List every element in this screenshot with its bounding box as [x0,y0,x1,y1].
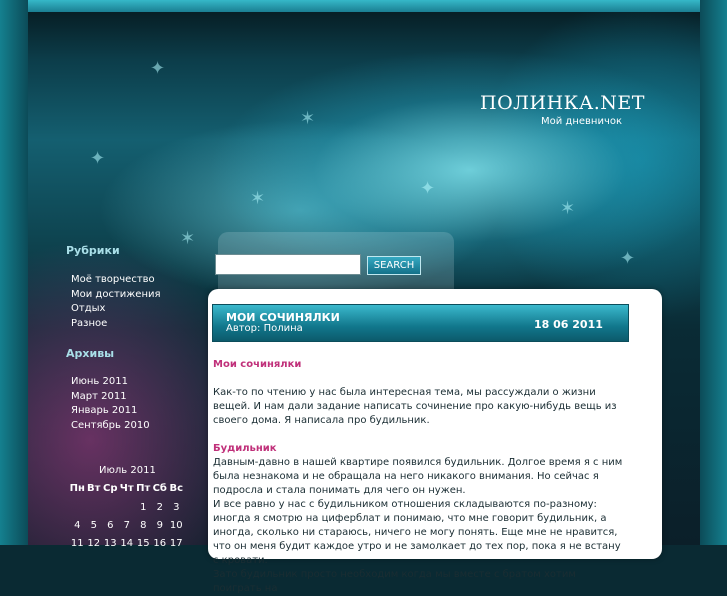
frame-left-border [0,0,28,545]
calendar-day: 14 [120,538,134,549]
calendar-day: 15 [136,538,150,549]
post-intro: Как-то по чтению у нас была интересная т… [213,387,617,426]
post-heading: Мои сочинялки [213,359,302,370]
post-date: 18 06 2011 [534,318,603,331]
star-icon: ✦ [150,58,166,79]
calendar-title: Июль 2011 [99,465,156,476]
archive-link[interactable]: Июнь 2011 [71,375,150,390]
category-link[interactable]: Моё творчество [71,273,161,288]
calendar-weekdays: Пн Вт Ср Чт Пт Сб Вс [69,483,185,494]
categories-heading: Рубрики [66,244,120,257]
weekday-label: Пт [136,483,151,494]
archive-link[interactable]: Январь 2011 [71,404,150,419]
star-icon: ✶ [300,108,316,129]
star-icon: ✦ [420,178,436,199]
category-link[interactable]: Отдых [71,302,161,317]
star-icon: ✦ [620,248,636,269]
calendar-day: 11 [70,538,84,549]
category-link[interactable]: Мои достижения [71,288,161,303]
calendar-day: 3 [173,502,180,513]
calendar-week: 11 12 13 14 15 16 17 [69,538,185,549]
weekday-label: Ср [103,483,118,494]
calendar-week: 123 [69,502,185,513]
calendar-day: 4 [74,520,81,531]
search-input[interactable] [215,254,361,275]
calendar-week: 4 5 6 7 8 9 10 [69,520,185,531]
frame-top-border [28,0,700,12]
post-paragraph: Зато будильник просто необходим когда мы… [213,569,576,594]
category-link[interactable]: Разное [71,317,161,332]
archives-heading: Архивы [66,347,115,360]
archive-link[interactable]: Сентябрь 2010 [71,419,150,434]
weekday-label: Вс [169,483,184,494]
calendar-day: 6 [107,520,114,531]
weekday-label: Вт [87,483,101,494]
weekday-label: Пн [69,483,85,494]
star-icon: ✶ [250,188,266,209]
star-icon: ✦ [90,148,106,169]
archives-list: Июнь 2011 Март 2011 Январь 2011 Сентябрь… [71,375,150,433]
calendar-day: 2 [156,502,163,513]
star-icon: ✶ [180,228,196,249]
calendar-day: 16 [153,538,167,549]
calendar-day: 5 [90,520,97,531]
categories-list: Моё творчество Мои достижения Отдых Разн… [71,273,161,331]
archive-link[interactable]: Март 2011 [71,390,150,405]
search-button[interactable]: SEARCH [367,256,421,275]
frame-right-border [700,0,727,545]
calendar-day: 13 [103,538,117,549]
post-paragraph: И все равно у нас с будильником отношени… [213,499,621,566]
star-icon: ✶ [560,198,576,219]
calendar-day: 8 [140,520,147,531]
site-subtitle: Мой дневничок [541,116,623,127]
calendar-day: 17 [169,538,183,549]
post-paragraph: Давным-давно в нашей квартире появился б… [213,457,623,496]
calendar-day: 9 [156,520,163,531]
post-author: Автор: Полина [226,323,303,334]
weekday-label: Чт [119,483,134,494]
calendar-day: 7 [123,520,130,531]
calendar-day: 10 [169,520,183,531]
calendar-day: 1 [140,502,147,513]
post-body: Мои сочинялки Как-то по чтению у нас был… [213,358,625,596]
site-title[interactable]: ПОЛИНКА.NET [480,92,645,114]
calendar-day: 12 [87,538,101,549]
post-subheading: Будильник [213,443,277,454]
weekday-label: Сб [152,483,167,494]
